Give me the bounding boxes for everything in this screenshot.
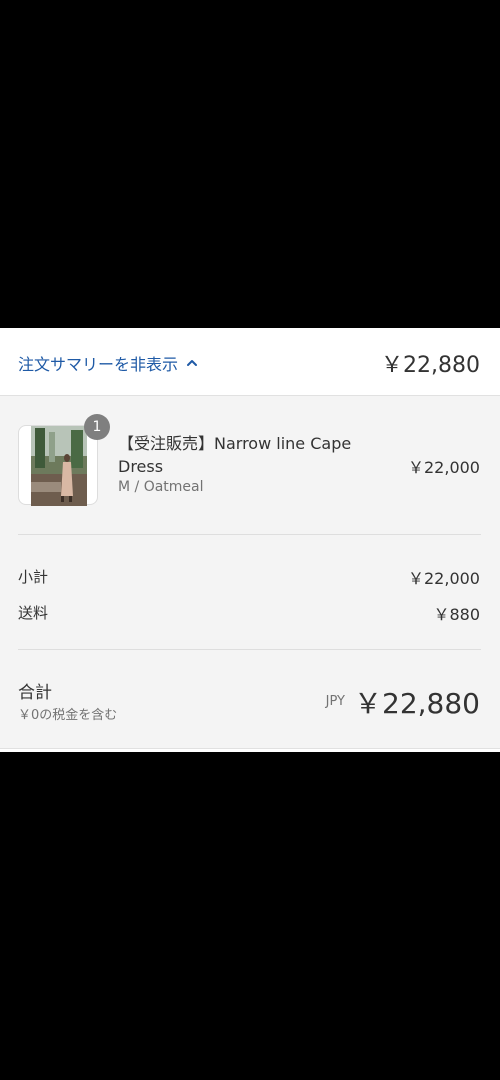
product-name: 【受注販売】Narrow line Cape Dress [118,434,352,476]
subtotal-label: 小計 [18,568,49,586]
order-summary-panel: 注文サマリーを非表示 ￥22,880 1 【受注販売】Narrow line C… [0,328,500,752]
order-summary-toggle-bar[interactable]: 注文サマリーを非表示 ￥22,880 [0,328,500,396]
hide-order-summary-label[interactable]: 注文サマリーを非表示 [18,351,178,375]
product-thumbnail [18,425,98,506]
divider [18,534,481,535]
total-label: 合計 [18,683,52,703]
hide-order-summary-button[interactable]: 注文サマリーを非表示 [18,351,198,375]
product-image [31,426,87,506]
quantity-badge: 1 [84,414,110,440]
shipping-label: 送料 [18,604,49,622]
line-item: 1 【受注販売】Narrow line Cape Dress M / Oatme… [0,396,500,536]
panel-bottom-edge [0,748,500,752]
product-variant: M / Oatmeal [118,479,204,495]
grand-total: ￥22,880 [354,687,480,720]
shipping-value: ￥880 [433,605,480,624]
divider [18,649,481,650]
currency-code: JPY [325,694,345,709]
subtotal-value: ￥22,000 [408,569,480,588]
tax-note: ￥0の税金を含む [18,708,118,723]
product-price: ￥22,000 [408,458,480,477]
chevron-up-icon[interactable] [186,357,198,369]
summary-total: ￥22,880 [381,353,480,378]
